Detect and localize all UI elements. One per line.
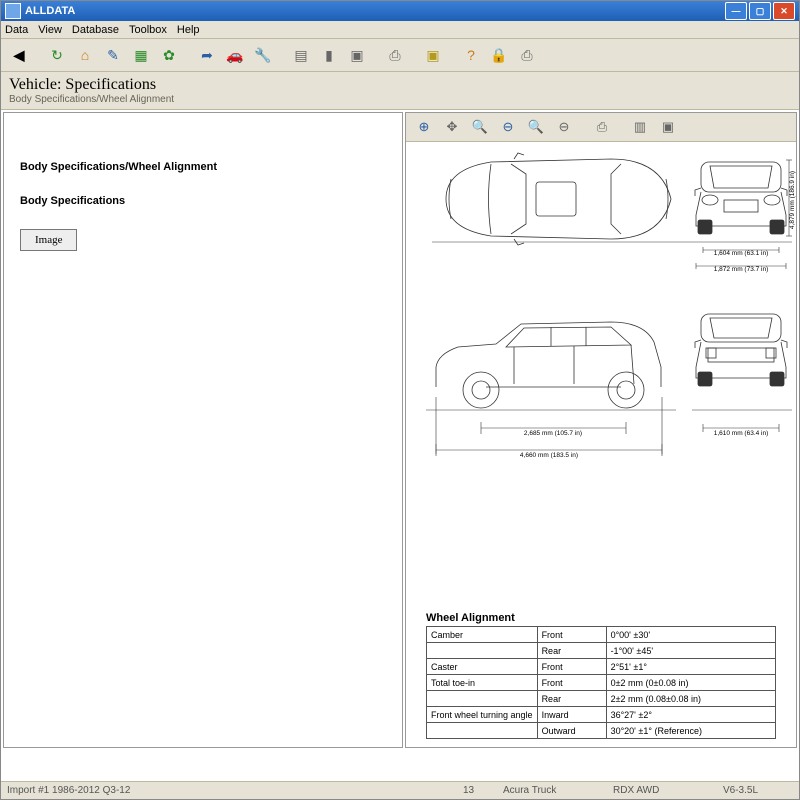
status-bar: Import #1 1986-2012 Q3-12 13 Acura Truck… xyxy=(1,781,799,799)
svg-text:1,610 mm (63.4 in): 1,610 mm (63.4 in) xyxy=(714,430,769,437)
zoom-out-icon[interactable]: ⊖ xyxy=(552,115,576,139)
table-row: Rear2±2 mm (0.08±0.08 in) xyxy=(427,691,776,707)
wa-pos: Rear xyxy=(537,643,606,659)
lock-icon[interactable]: 🔒 xyxy=(487,43,511,67)
page-title: Vehicle: Specifications xyxy=(9,76,791,94)
status-engine: V6-3.5L xyxy=(723,785,793,796)
wa-param xyxy=(427,723,538,739)
wa-param: Camber xyxy=(427,627,538,643)
save-icon[interactable]: ▣ xyxy=(421,43,445,67)
menu-view[interactable]: View xyxy=(38,24,62,36)
menu-database[interactable]: Database xyxy=(72,24,119,36)
table-row: CasterFront2°51' ±1° xyxy=(427,659,776,675)
status-model: RDX AWD xyxy=(613,785,723,796)
minimize-button[interactable]: — xyxy=(725,2,747,20)
wa-value: -1°00' ±45' xyxy=(606,643,775,659)
print2-icon[interactable]: ⎙ xyxy=(515,43,539,67)
menu-toolbox[interactable]: Toolbox xyxy=(129,24,167,36)
dim-front-width: 1,872 mm (73.7 in) xyxy=(714,266,769,273)
image-button[interactable]: Image xyxy=(20,229,77,251)
wa-pos: Front xyxy=(537,659,606,675)
title-bar: ALLDATA — ▢ ✕ xyxy=(1,1,799,21)
wa-param: Caster xyxy=(427,659,538,675)
status-dataset: Import #1 1986-2012 Q3-12 xyxy=(7,785,130,796)
app-icon xyxy=(5,3,21,19)
wa-value: 2°51' ±1° xyxy=(606,659,775,675)
svg-text:1,604 mm (63.1 in): 1,604 mm (63.1 in) xyxy=(714,250,769,257)
wa-param: Total toe-in xyxy=(427,675,538,691)
main-toolbar: ◀↻⌂✎▦✿➦🚗🔧▤▮▣⎙▣?🔒⎙ xyxy=(1,39,799,72)
wa-value: 0±2 mm (0±0.08 in) xyxy=(606,675,775,691)
zoom-in-icon[interactable]: ⊕ xyxy=(412,115,436,139)
dim-length: 4,660 mm (183.5 in) xyxy=(520,452,578,459)
back-icon[interactable]: ◀ xyxy=(7,43,31,67)
cards-icon[interactable]: ▦ xyxy=(129,43,153,67)
gear-icon[interactable]: ✿ xyxy=(157,43,181,67)
wheel-alignment-section: Wheel Alignment CamberFront0°00' ±30'Rea… xyxy=(406,608,796,747)
wa-pos: Front xyxy=(537,627,606,643)
dim-front-track: 1,604 mm (63.1 in) xyxy=(714,250,769,257)
tools-icon[interactable]: ✎ xyxy=(101,43,125,67)
wheel-alignment-title: Wheel Alignment xyxy=(426,612,788,624)
wa-pos: Inward xyxy=(537,707,606,723)
doc-icon[interactable]: ▮ xyxy=(317,43,341,67)
page-header: Vehicle: Specifications Body Specificati… xyxy=(1,72,799,110)
status-year: 13 xyxy=(463,785,503,796)
wa-value: 30°20' ±1° (Reference) xyxy=(606,723,775,739)
wheel-alignment-table: CamberFront0°00' ±30'Rear-1°00' ±45'Cast… xyxy=(426,626,776,739)
print-icon[interactable]: ⎙ xyxy=(383,43,407,67)
dim-rear-track: 1,610 mm (63.4 in) xyxy=(714,430,769,437)
wa-value: 2±2 mm (0.08±0.08 in) xyxy=(606,691,775,707)
vehicle-diagram: 4,879 mm (186.9 in) 1,604 mm (63.1 in) 1… xyxy=(406,142,796,608)
wa-param xyxy=(427,643,538,659)
close-button[interactable]: ✕ xyxy=(773,2,795,20)
export-icon[interactable]: ➦ xyxy=(195,43,219,67)
table-row: CamberFront0°00' ±30' xyxy=(427,627,776,643)
right-pane: ⊕✥🔍⊖🔍⊖⎙▥▣ xyxy=(405,112,797,748)
print3-icon[interactable]: ⎙ xyxy=(590,115,614,139)
camera-icon[interactable]: ▣ xyxy=(656,115,680,139)
image-toolbar: ⊕✥🔍⊖🔍⊖⎙▥▣ xyxy=(406,113,796,142)
wa-pos: Front xyxy=(537,675,606,691)
main-area: Body Specifications/Wheel Alignment Body… xyxy=(1,110,799,750)
menu-help[interactable]: Help xyxy=(177,24,200,36)
list-icon[interactable]: ▤ xyxy=(289,43,313,67)
table-row: Rear-1°00' ±45' xyxy=(427,643,776,659)
wa-value: 0°00' ±30' xyxy=(606,627,775,643)
left-section-2: Body Specifications xyxy=(20,195,386,207)
zoom-area-icon[interactable]: 🔍 xyxy=(468,115,492,139)
wa-param: Front wheel turning angle xyxy=(427,707,538,723)
menu-data[interactable]: Data xyxy=(5,24,28,36)
status-make: Acura Truck xyxy=(503,785,613,796)
wa-pos: Outward xyxy=(537,723,606,739)
menu-bar: Data View Database Toolbox Help xyxy=(1,21,799,39)
wa-pos: Rear xyxy=(537,691,606,707)
table-row: Front wheel turning angleInward36°27' ±2… xyxy=(427,707,776,723)
help-icon[interactable]: ? xyxy=(459,43,483,67)
wrench-icon[interactable]: 🔧 xyxy=(251,43,275,67)
left-pane: Body Specifications/Wheel Alignment Body… xyxy=(3,112,403,748)
maximize-button[interactable]: ▢ xyxy=(749,2,771,20)
table-row: Total toe-inFront0±2 mm (0±0.08 in) xyxy=(427,675,776,691)
refresh-icon[interactable]: ↻ xyxy=(45,43,69,67)
zoom-fit-icon[interactable]: ⊖ xyxy=(496,115,520,139)
pan-icon[interactable]: ✥ xyxy=(440,115,464,139)
svg-text:2,685 mm (105.7 in): 2,685 mm (105.7 in) xyxy=(524,430,582,437)
breadcrumb: Body Specifications/Wheel Alignment xyxy=(9,94,791,105)
svg-text:1,872 mm (73.7 in): 1,872 mm (73.7 in) xyxy=(714,266,769,273)
copy-icon[interactable]: ▥ xyxy=(628,115,652,139)
video-icon[interactable]: ▣ xyxy=(345,43,369,67)
wa-value: 36°27' ±2° xyxy=(606,707,775,723)
svg-text:4,660 mm (183.5 in): 4,660 mm (183.5 in) xyxy=(520,452,578,459)
wa-param xyxy=(427,691,538,707)
table-row: Outward30°20' ±1° (Reference) xyxy=(427,723,776,739)
left-section-1: Body Specifications/Wheel Alignment xyxy=(20,161,386,173)
dim-wheelbase: 2,685 mm (105.7 in) xyxy=(524,430,582,437)
car-icon[interactable]: 🚗 xyxy=(223,43,247,67)
zoom-reset-icon[interactable]: 🔍 xyxy=(524,115,548,139)
home-icon[interactable]: ⌂ xyxy=(73,43,97,67)
window-title: ALLDATA xyxy=(25,5,75,17)
dim-height: 4,879 mm (186.9 in) xyxy=(789,171,796,229)
diagram-svg: 4,879 mm (186.9 in) 1,604 mm (63.1 in) 1… xyxy=(406,142,796,572)
